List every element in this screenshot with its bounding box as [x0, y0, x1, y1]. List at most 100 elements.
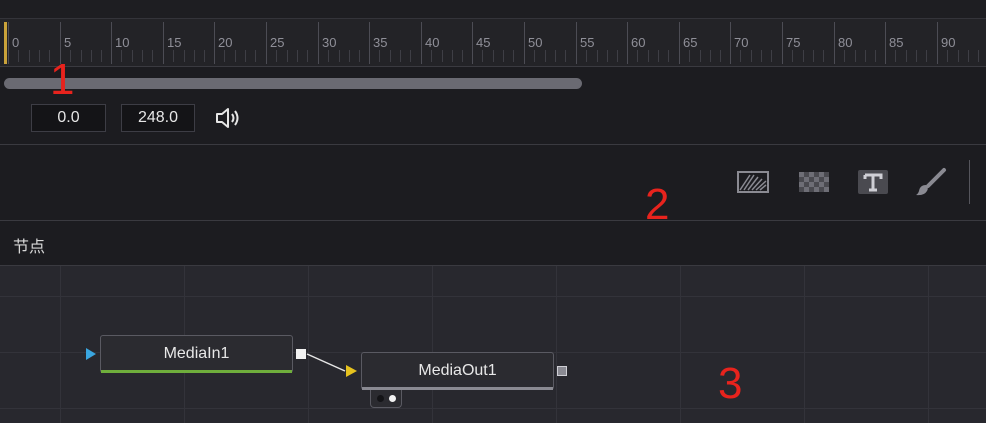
ruler-minor-tick [431, 50, 432, 62]
ruler-minor-tick [958, 50, 959, 62]
ruler-minor-tick [545, 50, 546, 62]
ruler-minor-tick [803, 50, 804, 62]
ruler-minor-tick [607, 50, 608, 62]
ruler-tick [214, 22, 215, 64]
media-out-label: MediaOut1 [418, 362, 497, 379]
ruler-minor-tick [813, 50, 814, 62]
ruler-tick-label: 10 [115, 35, 130, 50]
ruler-minor-tick [379, 50, 380, 62]
ruler-tick-label: 5 [64, 35, 72, 50]
ruler-minor-tick [462, 50, 463, 62]
ruler-minor-tick [668, 50, 669, 62]
ruler-minor-tick [534, 50, 535, 62]
tool-bar [0, 145, 986, 221]
ruler-minor-tick [751, 50, 752, 62]
ruler-minor-tick [410, 50, 411, 62]
ruler-tick [8, 22, 9, 64]
ruler-minor-tick [39, 50, 40, 62]
media-in-label: MediaIn1 [163, 345, 230, 362]
ruler-minor-tick [844, 50, 845, 62]
ruler-tick-label: 75 [786, 35, 801, 50]
ruler-tick [885, 22, 886, 64]
nodes-panel-header: 节点 [0, 221, 986, 266]
ruler-minor-tick [637, 50, 638, 62]
ruler-tick [730, 22, 731, 64]
ruler-minor-tick [81, 50, 82, 62]
timeline-scrollbar[interactable] [4, 78, 582, 89]
ruler-minor-tick [349, 50, 350, 62]
start-time-field[interactable]: 0.0 [31, 104, 106, 132]
ruler-minor-tick [689, 50, 690, 62]
ruler-tick-label: 35 [373, 35, 388, 50]
ruler-minor-tick [855, 50, 856, 62]
paint-tool-icon[interactable] [914, 167, 948, 197]
ruler-tick-label: 25 [270, 35, 285, 50]
ruler-minor-tick [555, 50, 556, 62]
ruler-minor-tick [771, 50, 772, 62]
ruler-tick [318, 22, 319, 64]
ruler-minor-tick [255, 50, 256, 62]
ruler-minor-tick [339, 50, 340, 62]
ruler-tick [627, 22, 628, 64]
ruler-minor-tick [978, 50, 979, 62]
media-in-node[interactable]: MediaIn1 [100, 335, 293, 373]
text-tool-icon[interactable] [856, 167, 890, 197]
ruler-tick [679, 22, 680, 64]
ruler-tick-label: 65 [683, 35, 698, 50]
annotation-2: 2 [645, 180, 670, 229]
view-dot-right-icon[interactable] [389, 395, 396, 402]
speaker-icon[interactable] [214, 106, 244, 130]
ruler-minor-tick [204, 50, 205, 62]
ruler-minor-tick [184, 50, 185, 62]
fastnoise-tool-icon[interactable] [797, 167, 831, 197]
ruler-minor-tick [947, 50, 948, 62]
ruler-minor-tick [173, 50, 174, 62]
ruler-tick-label: 70 [734, 35, 749, 50]
media-in-status-bar [101, 370, 292, 373]
background-tool-icon[interactable] [736, 167, 770, 197]
ruler-minor-tick [700, 50, 701, 62]
panel-title: 节点 [13, 239, 46, 256]
view-dot-left-icon[interactable] [377, 395, 384, 402]
ruler-tick-label: 15 [167, 35, 182, 50]
ruler-minor-tick [503, 50, 504, 62]
ruler-minor-tick [493, 50, 494, 62]
end-time-field[interactable]: 248.0 [121, 104, 195, 132]
media-out-view-toggles[interactable] [370, 390, 402, 408]
ruler-tick-label: 40 [425, 35, 440, 50]
ruler-minor-tick [875, 50, 876, 62]
ruler-tick [937, 22, 938, 64]
ruler-minor-tick [235, 50, 236, 62]
ruler-minor-tick [482, 50, 483, 62]
ruler-minor-tick [513, 50, 514, 62]
ruler-tick [163, 22, 164, 64]
ruler-tick-label: 55 [580, 35, 595, 50]
ruler-tick-label: 85 [889, 35, 904, 50]
ruler-minor-tick [287, 50, 288, 62]
ruler-minor-tick [390, 50, 391, 62]
ruler-minor-tick [720, 50, 721, 62]
ruler-minor-tick [916, 50, 917, 62]
ruler-tick-label: 0 [12, 35, 20, 50]
ruler-minor-tick [710, 50, 711, 62]
ruler-tick [369, 22, 370, 64]
ruler-minor-tick [906, 50, 907, 62]
ruler-minor-tick [865, 50, 866, 62]
toolbar-divider [969, 160, 970, 204]
media-out-output-port[interactable] [557, 366, 567, 376]
ruler-minor-tick [307, 50, 308, 62]
ruler-tick [834, 22, 835, 64]
ruler-minor-tick [792, 50, 793, 62]
playhead[interactable] [4, 22, 7, 64]
media-in-output-port[interactable] [296, 349, 306, 359]
ruler-minor-tick [761, 50, 762, 62]
ruler-minor-tick [926, 50, 927, 62]
ruler-minor-tick [648, 50, 649, 62]
ruler-minor-tick [359, 50, 360, 62]
media-out-node[interactable]: MediaOut1 [361, 352, 554, 390]
ruler-minor-tick [29, 50, 30, 62]
ruler-minor-tick [91, 50, 92, 62]
ruler-minor-tick [452, 50, 453, 62]
annotation-3: 3 [718, 359, 743, 408]
ruler-minor-tick [658, 50, 659, 62]
